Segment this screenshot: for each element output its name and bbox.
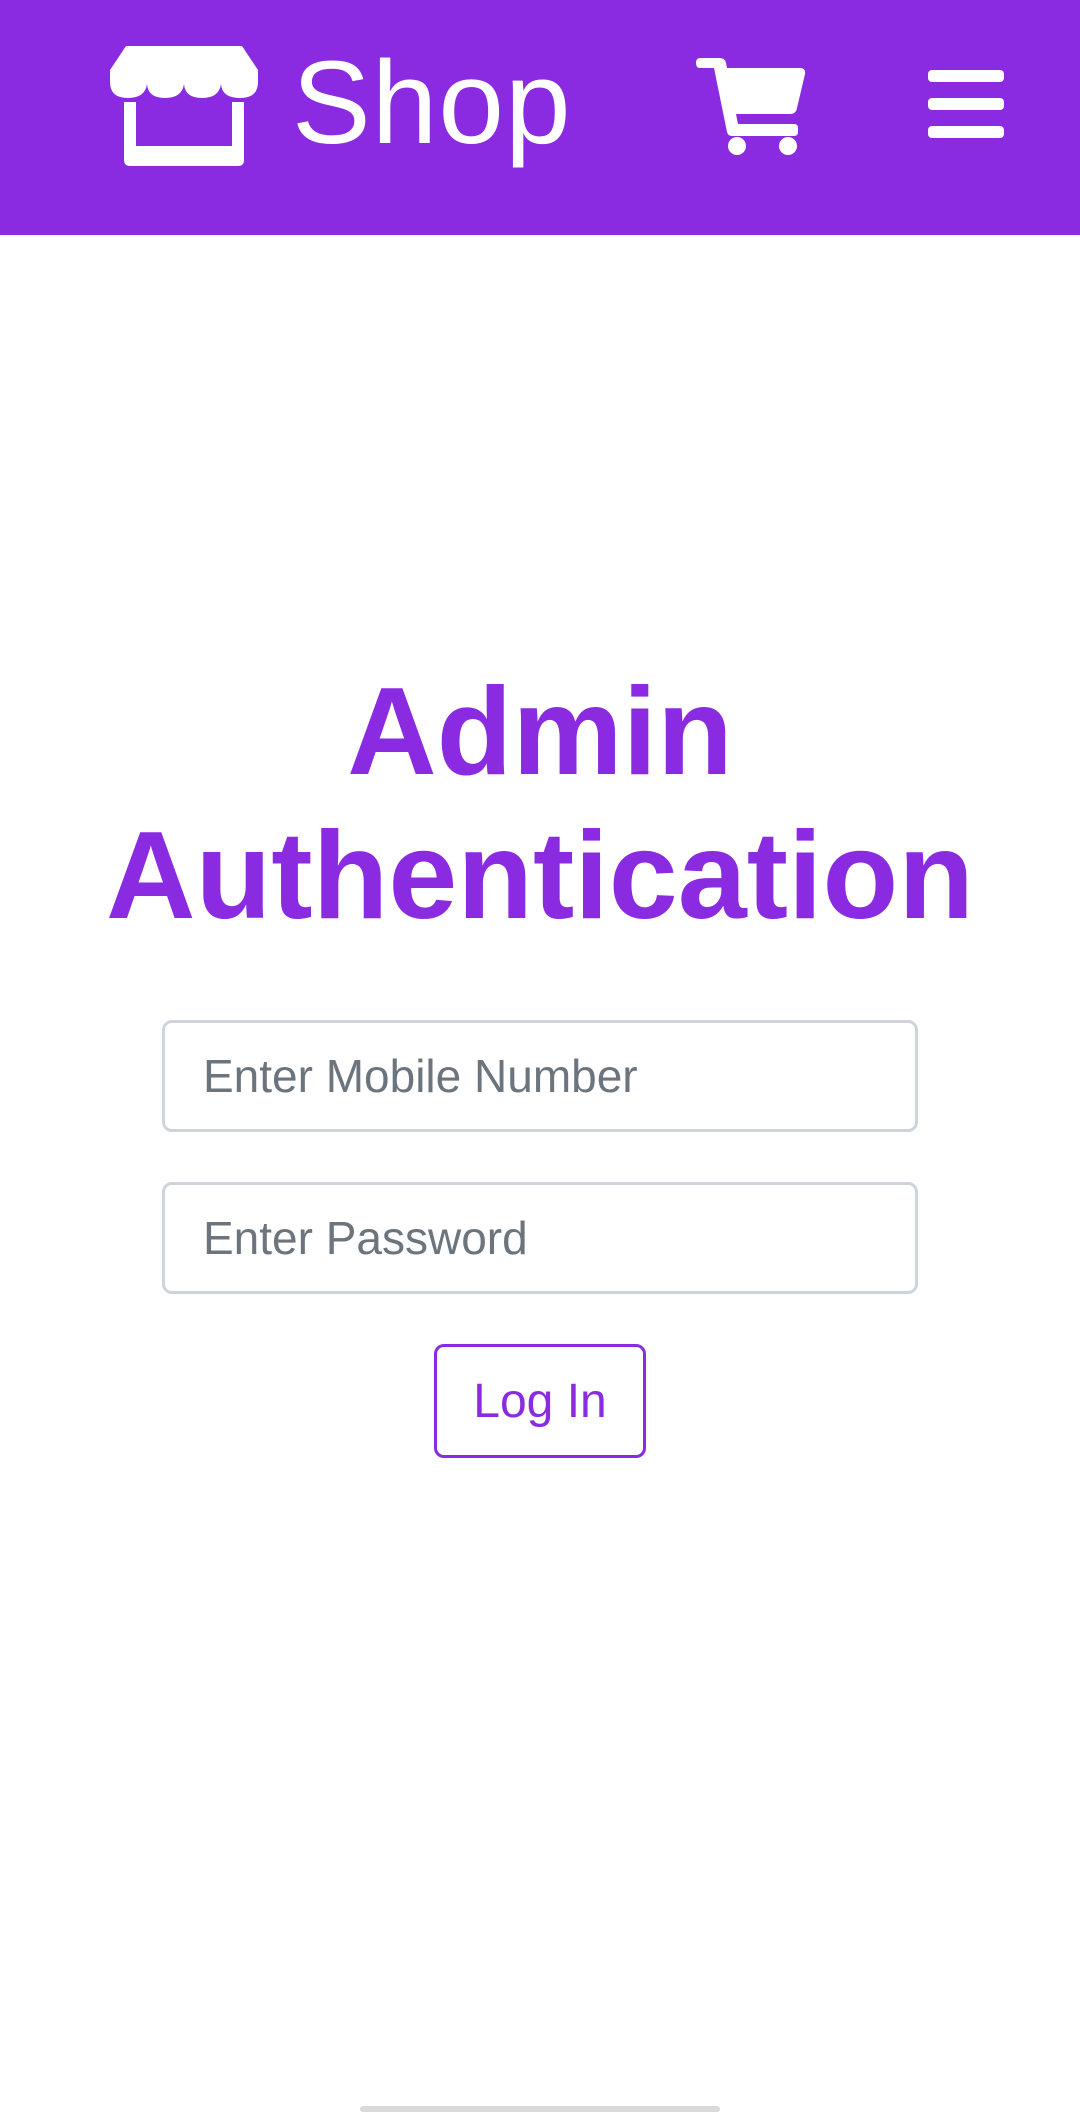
menu-button[interactable] [926,68,1006,140]
page-title-line-1: Admin [347,663,733,801]
store-icon [110,46,258,166]
hamburger-menu-icon [928,70,1004,138]
home-indicator [360,2106,720,2112]
brand-name: Shop [292,37,572,169]
brand-link[interactable]: Shop [110,38,572,168]
login-button[interactable]: Log In [434,1344,646,1458]
top-navbar: Shop [0,0,1080,235]
password-input[interactable] [162,1182,918,1294]
cart-icon [696,58,806,155]
page-title: Admin Authentication [0,660,1080,948]
page-title-line-2: Authentication [106,807,974,945]
cart-button[interactable] [696,56,806,156]
mobile-number-input[interactable] [162,1020,918,1132]
